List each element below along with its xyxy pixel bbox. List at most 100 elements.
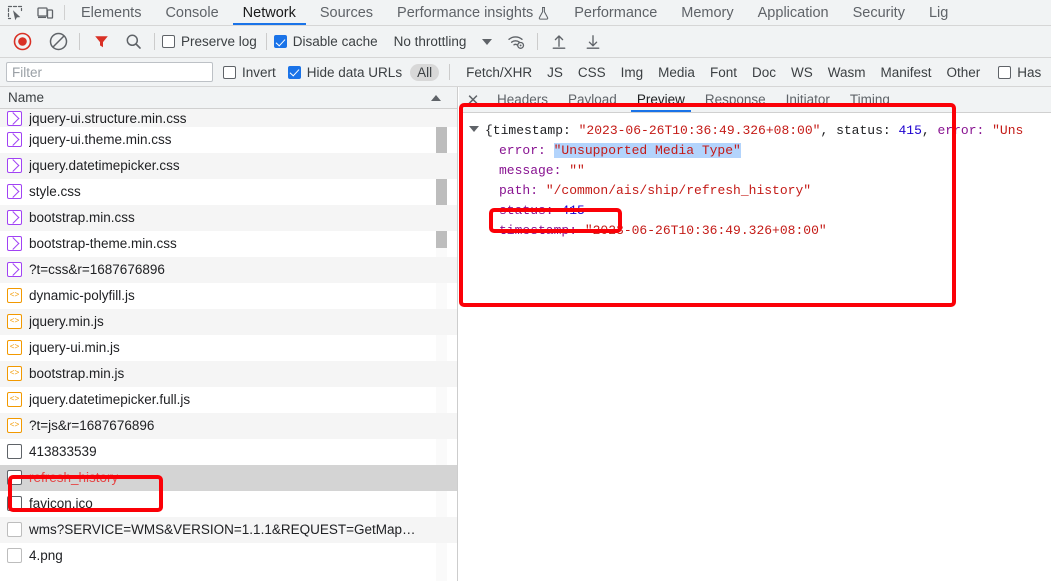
request-list-rows: jquery-ui.structure.min.css jquery-ui.th… — [0, 109, 457, 569]
filter-type-css[interactable]: CSS — [571, 64, 613, 81]
filter-input[interactable] — [6, 62, 213, 82]
filter-type-fetch-xhr[interactable]: Fetch/XHR — [459, 64, 539, 81]
sort-ascending-icon[interactable] — [431, 95, 441, 101]
main-tab-memory[interactable]: Memory — [669, 0, 745, 25]
request-name: jquery.datetimepicker.full.js — [29, 392, 191, 407]
record-button[interactable] — [8, 28, 36, 56]
toolbar-divider — [79, 33, 80, 50]
column-header-name[interactable]: Name — [0, 90, 44, 105]
json-summary-error-val: "Uns — [992, 123, 1024, 138]
json-preview-viewer: {timestamp: "2023-06-26T10:36:49.326+08:… — [459, 113, 1051, 241]
json-row-path[interactable]: path: "/common/ais/ship/refresh_history" — [459, 181, 1051, 201]
throttling-select[interactable]: No throttling — [392, 34, 469, 49]
table-row[interactable]: jquery.datetimepicker.css — [0, 153, 457, 179]
table-row[interactable]: 413833539 — [0, 439, 457, 465]
clear-button[interactable] — [44, 28, 72, 56]
table-row[interactable]: wms?SERVICE=WMS&VERSION=1.1.1&REQUEST=Ge… — [0, 517, 457, 543]
main-tab-security[interactable]: Security — [841, 0, 917, 25]
filter-type-all[interactable]: All — [410, 63, 440, 81]
filter-type-media[interactable]: Media — [651, 64, 702, 81]
main-tab-sources[interactable]: Sources — [308, 0, 385, 25]
toolbar-divider — [265, 33, 267, 50]
json-value: "" — [569, 163, 585, 178]
table-row[interactable]: <> dynamic-polyfill.js — [0, 283, 457, 309]
network-toolbar: Preserve log Disable cache No throttling — [0, 26, 1051, 58]
filter-type-other[interactable]: Other — [940, 64, 988, 81]
invert-checkbox[interactable]: Invert — [223, 65, 276, 80]
inspect-element-icon[interactable] — [0, 0, 30, 25]
device-toolbar-icon[interactable] — [30, 0, 60, 25]
main-tab-performance[interactable]: Performance — [562, 0, 669, 25]
table-row[interactable]: jquery-ui.structure.min.css — [0, 109, 457, 127]
stylesheet-icon — [7, 184, 22, 199]
main-tab-elements[interactable]: Elements — [69, 0, 153, 25]
request-name: bootstrap.min.css — [29, 210, 135, 225]
tab-initiator[interactable]: Initiator — [776, 87, 840, 112]
chevron-down-icon[interactable] — [482, 38, 493, 45]
close-icon[interactable]: ✕ — [459, 87, 487, 112]
json-summary-error-key: error: — [937, 123, 993, 138]
table-row[interactable]: <> bootstrap.min.js — [0, 361, 457, 387]
request-name: wms?SERVICE=WMS&VERSION=1.1.1&REQUEST=Ge… — [29, 522, 416, 537]
toolbar-divider — [154, 33, 155, 50]
json-row-status[interactable]: status: 415 — [459, 201, 1051, 221]
script-icon: <> — [7, 314, 22, 329]
flask-icon — [537, 6, 550, 20]
filter-funnel-icon[interactable] — [87, 28, 115, 56]
filter-type-js[interactable]: JS — [540, 64, 570, 81]
tab-payload[interactable]: Payload — [558, 87, 627, 112]
main-tab-application[interactable]: Application — [746, 0, 841, 25]
script-icon: <> — [7, 392, 22, 407]
table-row[interactable]: 4.png — [0, 543, 457, 569]
document-icon — [7, 444, 22, 459]
json-row-message[interactable]: message: "" — [459, 161, 1051, 181]
table-row[interactable]: style.css — [0, 179, 457, 205]
main-tab-label: Memory — [681, 4, 734, 21]
network-conditions-icon[interactable] — [502, 28, 530, 56]
main-tab-lighthouse[interactable]: Lig — [917, 0, 960, 25]
import-har-icon[interactable] — [545, 28, 573, 56]
table-row[interactable]: bootstrap-theme.min.css — [0, 231, 457, 257]
json-row-timestamp[interactable]: timestamp: "2023-06-26T10:36:49.326+08:0… — [459, 221, 1051, 241]
json-summary-prefix: {timestamp: — [485, 123, 579, 138]
table-row[interactable]: <> ?t=js&r=1687676896 — [0, 413, 457, 439]
checkbox-box — [998, 65, 1012, 79]
table-row[interactable]: ?t=css&r=1687676896 — [0, 257, 457, 283]
tab-headers[interactable]: Headers — [487, 87, 558, 112]
devtools-main-tabbar: Elements Console Network Sources Perform… — [0, 0, 1051, 26]
table-row[interactable]: bootstrap.min.css — [0, 205, 457, 231]
hide-data-urls-checkbox[interactable]: Hide data URLs — [287, 65, 402, 80]
script-icon: <> — [7, 418, 22, 433]
table-row[interactable]: <> jquery-ui.min.js — [0, 335, 457, 361]
search-icon[interactable] — [119, 28, 147, 56]
table-row[interactable]: <> jquery.datetimepicker.full.js — [0, 387, 457, 413]
filter-type-font[interactable]: Font — [703, 64, 744, 81]
main-tab-network[interactable]: Network — [231, 0, 308, 25]
filter-type-ws[interactable]: WS — [784, 64, 820, 81]
request-name: 4.png — [29, 548, 63, 563]
json-key: message: — [499, 163, 570, 178]
preserve-log-checkbox[interactable]: Preserve log — [162, 34, 257, 49]
filter-type-manifest[interactable]: Manifest — [873, 64, 938, 81]
table-row[interactable]: jquery-ui.theme.min.css — [0, 127, 457, 153]
disable-cache-checkbox[interactable]: Disable cache — [273, 34, 378, 49]
json-summary-line[interactable]: {timestamp: "2023-06-26T10:36:49.326+08:… — [459, 121, 1051, 141]
export-har-icon[interactable] — [579, 28, 607, 56]
table-row[interactable]: favicon.ico — [0, 491, 457, 517]
preserve-log-label: Preserve log — [181, 34, 257, 49]
filter-type-doc[interactable]: Doc — [745, 64, 783, 81]
table-row-refresh-history[interactable]: refresh_history — [0, 465, 457, 491]
main-tab-performance-insights[interactable]: Performance insights — [385, 0, 562, 25]
document-icon — [7, 496, 22, 511]
request-detail-panel: ✕ Headers Payload Preview Response Initi… — [459, 87, 1051, 581]
json-row-error[interactable]: error: "Unsupported Media Type" — [459, 141, 1051, 161]
table-row[interactable]: <> jquery.min.js — [0, 309, 457, 335]
collapse-triangle-icon[interactable] — [469, 126, 479, 132]
has-blocked-cookies-checkbox[interactable]: Has — [998, 65, 1041, 80]
filter-type-wasm[interactable]: Wasm — [821, 64, 873, 81]
tab-preview[interactable]: Preview — [627, 87, 695, 112]
filter-type-img[interactable]: Img — [614, 64, 651, 81]
tab-timing[interactable]: Timing — [840, 87, 900, 112]
main-tab-console[interactable]: Console — [153, 0, 230, 25]
tab-response[interactable]: Response — [695, 87, 776, 112]
